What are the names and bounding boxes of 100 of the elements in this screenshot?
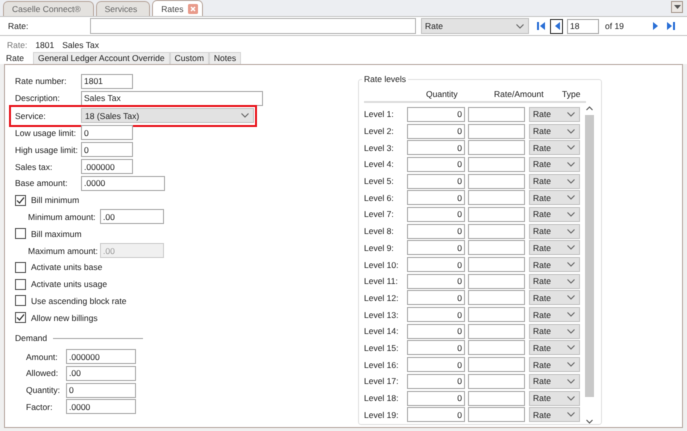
- type-select[interactable]: Rate: [529, 374, 580, 389]
- type-select[interactable]: Rate: [529, 190, 580, 206]
- quantity-field[interactable]: 0: [407, 357, 465, 372]
- document-tab[interactable]: Rates: [152, 0, 204, 16]
- rate-amount-field[interactable]: [468, 407, 525, 422]
- first-record-icon[interactable]: [536, 21, 546, 32]
- rate-amount-field[interactable]: [468, 340, 525, 356]
- dropdown-button[interactable]: [671, 1, 683, 14]
- group-title: Demand: [15, 333, 48, 344]
- quantity-field[interactable]: 0: [407, 140, 465, 156]
- rate-amount-field[interactable]: [468, 357, 525, 372]
- input-field[interactable]: 0: [66, 382, 136, 398]
- input-field[interactable]: Sales Tax: [81, 90, 263, 106]
- type-select[interactable]: Rate: [529, 240, 580, 256]
- service-select[interactable]: 18 (Sales Tax): [81, 108, 254, 124]
- rate-amount-field[interactable]: [468, 224, 525, 239]
- rate-amount-field[interactable]: [468, 206, 525, 222]
- scroll-down-icon[interactable]: [586, 418, 593, 424]
- view-select[interactable]: Rate: [421, 18, 529, 34]
- checkbox[interactable]: [15, 312, 26, 324]
- quantity-field[interactable]: 0: [407, 224, 465, 239]
- previous-record-button[interactable]: [550, 18, 563, 34]
- checkbox-label: Bill minimum: [31, 195, 80, 206]
- quantity-field[interactable]: 0: [407, 307, 465, 322]
- rate-amount-field[interactable]: [468, 290, 525, 306]
- quantity-field[interactable]: 0: [407, 156, 465, 172]
- checkbox[interactable]: [15, 278, 26, 290]
- quantity-field[interactable]: 0: [407, 257, 465, 272]
- rate-amount-field[interactable]: [468, 174, 525, 189]
- quantity-field[interactable]: 0: [407, 290, 465, 306]
- rate-amount-field[interactable]: [468, 240, 525, 256]
- type-select[interactable]: Rate: [529, 390, 580, 406]
- close-icon[interactable]: [188, 4, 198, 14]
- scrollbar[interactable]: [585, 106, 594, 424]
- type-select[interactable]: Rate: [529, 257, 580, 272]
- quantity-field[interactable]: 0: [407, 190, 465, 206]
- rate-amount-field[interactable]: [468, 274, 525, 289]
- checkbox[interactable]: [15, 194, 26, 206]
- tab[interactable]: Custom: [170, 52, 209, 64]
- level-label: Level 16:: [364, 360, 400, 370]
- tab[interactable]: General Ledger Account Override: [32, 52, 170, 64]
- rate-amount-field[interactable]: [468, 140, 525, 156]
- rate-amount-field[interactable]: [468, 390, 525, 406]
- scroll-up-icon[interactable]: [586, 106, 593, 111]
- input-field[interactable]: .000000: [66, 349, 136, 364]
- last-record-icon[interactable]: [666, 21, 676, 32]
- level-label: Level 18:: [364, 393, 400, 404]
- next-record-icon[interactable]: [653, 21, 659, 32]
- document-tab[interactable]: Caselle Connect®: [3, 1, 94, 16]
- type-select[interactable]: Rate: [529, 324, 580, 339]
- type-select[interactable]: Rate: [529, 174, 580, 189]
- quantity-field[interactable]: 0: [407, 374, 465, 389]
- quantity-field[interactable]: 0: [407, 390, 465, 406]
- record-field[interactable]: 18: [567, 18, 599, 34]
- input-field[interactable]: 1801: [81, 74, 133, 89]
- input-field[interactable]: 0: [81, 142, 133, 158]
- level-label: Level 5:: [364, 176, 395, 186]
- document-tab[interactable]: Services: [96, 1, 150, 16]
- input-field[interactable]: .0000: [81, 176, 165, 191]
- quantity-field[interactable]: 0: [407, 324, 465, 339]
- quantity-field[interactable]: 0: [407, 407, 465, 422]
- type-select[interactable]: Rate: [529, 156, 580, 172]
- level-label: Level 6:: [364, 192, 395, 203]
- input-field[interactable]: 0: [81, 125, 133, 140]
- type-select[interactable]: Rate: [529, 206, 580, 222]
- type-select[interactable]: Rate: [529, 340, 580, 356]
- type-select[interactable]: Rate: [529, 106, 580, 122]
- type-select[interactable]: Rate: [529, 140, 580, 156]
- quantity-field[interactable]: 0: [407, 106, 465, 122]
- rate-amount-field[interactable]: [468, 156, 525, 172]
- type-select[interactable]: Rate: [529, 357, 580, 372]
- type-select[interactable]: Rate: [529, 274, 580, 289]
- input-field[interactable]: .0000: [66, 399, 136, 414]
- input-field[interactable]: .00: [66, 366, 136, 381]
- search-field[interactable]: [90, 18, 416, 34]
- rate-amount-field[interactable]: [468, 124, 525, 139]
- quantity-field[interactable]: 0: [407, 174, 465, 189]
- checkbox[interactable]: [15, 295, 26, 306]
- type-select[interactable]: Rate: [529, 224, 580, 239]
- rate-amount-field[interactable]: [468, 307, 525, 322]
- quantity-field[interactable]: 0: [407, 340, 465, 356]
- group-title: Rate levels: [362, 74, 408, 84]
- input-field[interactable]: .00: [100, 209, 164, 224]
- rate-amount-field[interactable]: [468, 324, 525, 339]
- quantity-field[interactable]: 0: [407, 240, 465, 256]
- rate-amount-field[interactable]: [468, 106, 525, 122]
- type-select[interactable]: Rate: [529, 307, 580, 322]
- quantity-field[interactable]: 0: [407, 124, 465, 139]
- checkbox[interactable]: [15, 262, 26, 273]
- type-select[interactable]: Rate: [529, 124, 580, 139]
- rate-amount-field[interactable]: [468, 190, 525, 206]
- checkbox[interactable]: [15, 228, 26, 240]
- quantity-field[interactable]: 0: [407, 274, 465, 289]
- field-label: Base amount:: [15, 178, 68, 188]
- type-select[interactable]: Rate: [529, 407, 580, 422]
- rate-amount-field[interactable]: [468, 374, 525, 389]
- input-field[interactable]: .000000: [81, 159, 133, 174]
- type-select[interactable]: Rate: [529, 290, 580, 306]
- rate-amount-field[interactable]: [468, 257, 525, 272]
- quantity-field[interactable]: 0: [407, 206, 465, 222]
